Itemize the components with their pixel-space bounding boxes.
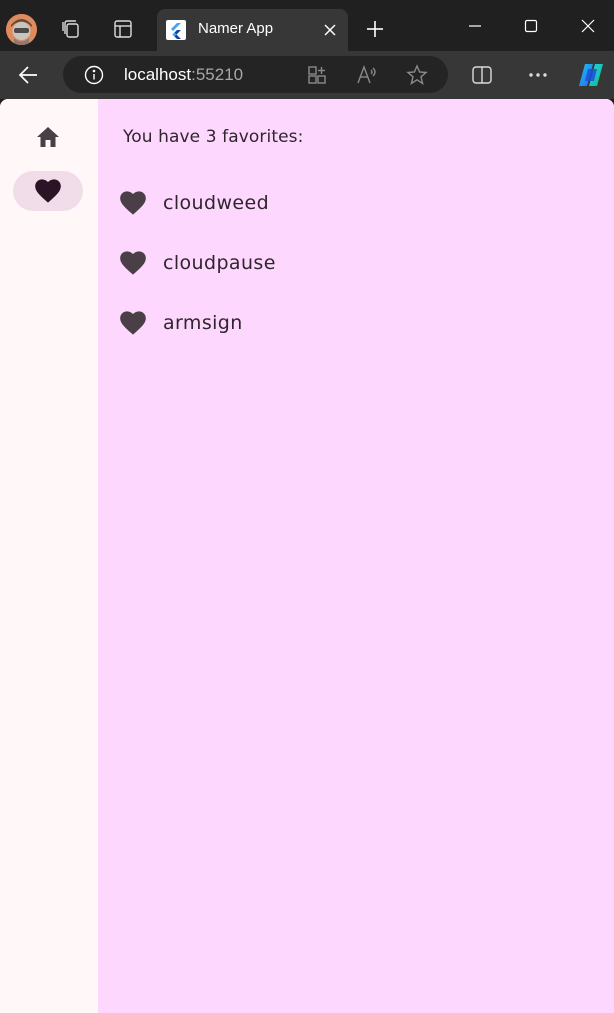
flutter-favicon-icon [166, 20, 186, 40]
read-aloud-icon[interactable] [355, 63, 379, 87]
heart-icon [35, 179, 61, 203]
favorite-word: cloudweed [163, 192, 270, 214]
copilot-icon[interactable] [576, 60, 606, 90]
star-icon[interactable] [405, 63, 429, 87]
heart-icon [118, 188, 148, 218]
heart-icon [118, 308, 148, 338]
home-icon [37, 127, 59, 147]
url-text[interactable]: localhost:55210 [124, 65, 243, 85]
rail-destination-favorites[interactable] [13, 171, 83, 211]
browser-tab-strip: Namer App [0, 0, 614, 51]
back-arrow-icon[interactable] [12, 59, 44, 91]
heart-icon [118, 248, 148, 278]
minimize-icon[interactable] [459, 10, 491, 42]
profile-avatar[interactable] [6, 14, 37, 45]
tab-title: Namer App [198, 20, 274, 37]
favorites-count-text: You have 3 favorites: [123, 127, 304, 147]
rail-destination-home[interactable] [13, 117, 83, 157]
tab-close-icon[interactable] [320, 20, 340, 40]
address-bar[interactable]: localhost:55210 [63, 56, 448, 93]
url-port: :55210 [191, 65, 244, 84]
info-icon[interactable] [83, 64, 105, 86]
plus-icon[interactable] [360, 14, 390, 44]
browser-toolbar: localhost:55210 [0, 51, 614, 99]
list-item[interactable]: cloudweed [118, 173, 598, 233]
split-screen-icon[interactable] [469, 62, 495, 88]
navigation-rail [0, 99, 98, 1013]
tab-actions-icon[interactable] [108, 14, 138, 44]
more-icon[interactable] [525, 62, 551, 88]
favorites-page: You have 3 favorites: cloudweed cloudpau… [98, 99, 614, 1013]
apps-icon[interactable] [305, 63, 329, 87]
list-item[interactable]: armsign [118, 293, 598, 353]
list-item[interactable]: cloudpause [118, 233, 598, 293]
maximize-icon[interactable] [515, 10, 547, 42]
active-tab[interactable]: Namer App [157, 9, 348, 51]
favorite-word: armsign [163, 312, 243, 334]
url-host: localhost [124, 65, 192, 84]
favorite-word: cloudpause [163, 252, 276, 274]
app-viewport: You have 3 favorites: cloudweed cloudpau… [0, 99, 614, 1013]
close-icon[interactable] [572, 10, 604, 42]
workspaces-icon[interactable] [56, 14, 86, 44]
